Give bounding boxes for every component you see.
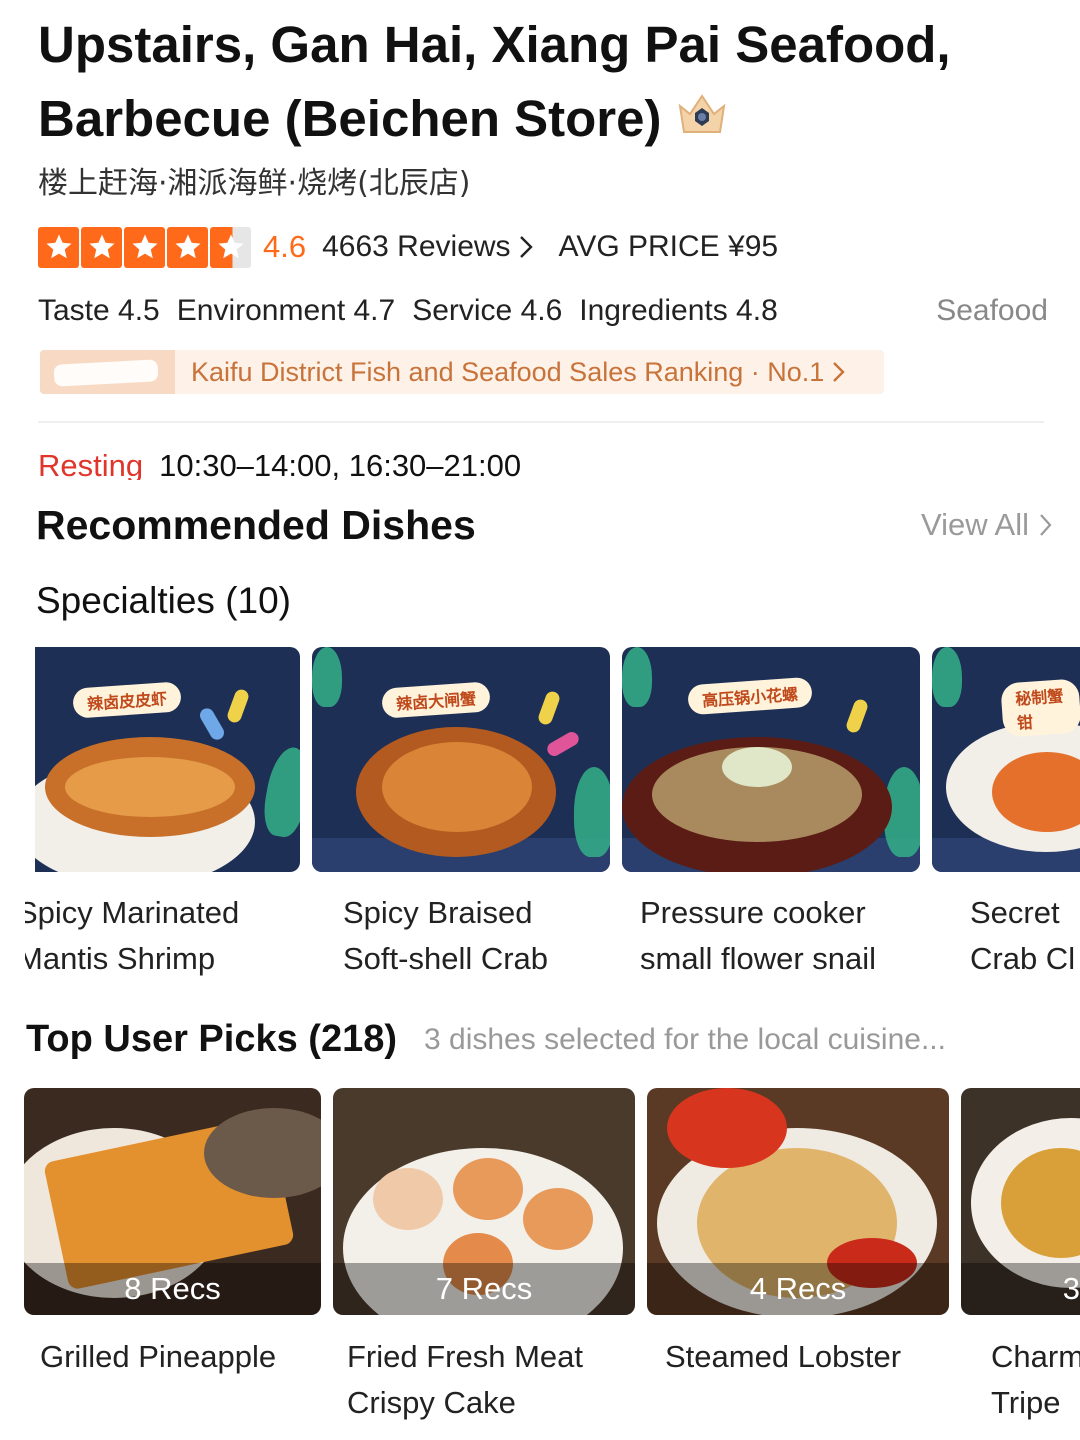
subscores-row: Taste 4.5 Environment 4.7 Service 4.6 In… xyxy=(38,288,1048,334)
rating-row: 4.6 4663 Reviews AVG PRICE ¥95 xyxy=(38,224,778,270)
dish-name-line2: Mantis Shrimp xyxy=(25,941,216,976)
dish-name: Steamed Lobster xyxy=(665,1334,955,1380)
restaurant-title: Upstairs, Gan Hai, Xiang Pai Seafood, Ba… xyxy=(38,8,1058,160)
dish-image[interactable]: 8 Recs xyxy=(24,1088,321,1315)
recommended-title: Recommended Dishes xyxy=(36,502,476,548)
top-picks-subtitle: 3 dishes selected for the local cuisine.… xyxy=(424,1023,946,1056)
specialties-title: Specialties (10) xyxy=(36,580,292,621)
business-hours: Resting 10:30–14:00, 16:30–21:00 xyxy=(38,446,521,480)
divider xyxy=(38,421,1044,423)
star-rating xyxy=(38,226,251,268)
star-icon xyxy=(124,226,165,268)
dish-image[interactable]: 辣卤皮皮虾 xyxy=(35,647,300,872)
ranking-banner[interactable]: Kaifu District Fish and Seafood Sales Ra… xyxy=(40,350,884,394)
dish-name-line2: small flower snail xyxy=(640,941,877,976)
crown-icon xyxy=(676,82,728,156)
dish-name-line1: Steamed Lobster xyxy=(665,1339,902,1374)
dish-image[interactable]: 辣卤大闸蟹 xyxy=(312,647,610,872)
category-tag[interactable]: Seafood xyxy=(936,288,1048,334)
recs-badge: 4 Recs xyxy=(647,1263,949,1315)
recs-badge: 8 Recs xyxy=(24,1263,321,1315)
recs-badge: 7 Recs xyxy=(333,1263,635,1315)
chevron-right-icon xyxy=(519,236,533,258)
subscore-taste: Taste 4.5 xyxy=(38,294,160,327)
subscore-service: Service 4.6 xyxy=(412,294,563,327)
dish-name-line1: Spicy Marinated xyxy=(25,895,240,930)
restaurant-subtitle: 楼上赶海·湘派海鲜·烧烤(北辰店) xyxy=(38,166,471,201)
chevron-right-icon xyxy=(1040,514,1052,536)
dish-image[interactable]: 7 Recs xyxy=(333,1088,635,1315)
recs-badge: 3 xyxy=(961,1263,1080,1315)
hours-time: 10:30–14:00, 16:30–21:00 xyxy=(159,448,522,480)
dish-name-line1: Charm xyxy=(991,1339,1080,1374)
dish-image[interactable]: 3 xyxy=(961,1088,1080,1315)
restaurant-title-line1: Upstairs, Gan Hai, Xiang Pai Seafood, xyxy=(38,16,951,73)
top-picks-title: Top User Picks (218) xyxy=(26,1018,398,1060)
view-all-link[interactable]: View All xyxy=(921,504,1052,546)
dish-name: Pressure cooker small flower snail xyxy=(640,890,930,982)
star-icon xyxy=(81,226,122,268)
open-status: Resting xyxy=(38,448,144,480)
subscore-ingredients: Ingredients 4.8 xyxy=(579,294,778,327)
star-icon xyxy=(38,226,79,268)
dish-name: Secret Crab Cl xyxy=(970,890,1080,982)
dish-name-line1: Spicy Braised xyxy=(343,895,533,930)
dish-image[interactable]: 秘制蟹钳 xyxy=(932,647,1080,872)
star-icon xyxy=(167,226,208,268)
dish-name: Charm Tripe xyxy=(991,1334,1080,1426)
restaurant-title-line2: Barbecue (Beichen Store) xyxy=(38,90,662,147)
dish-name-line1: Secret xyxy=(970,895,1060,930)
dish-name: Spicy Braised Soft-shell Crab xyxy=(343,890,613,982)
dish-name-line1: Grilled Pineapple xyxy=(40,1339,277,1374)
dish-name-line1: Pressure cooker xyxy=(640,895,866,930)
reviews-count: 4663 Reviews xyxy=(322,230,511,263)
dish-name-line2: Crab Cl xyxy=(970,941,1076,976)
dish-name: Grilled Pineapple xyxy=(40,1334,320,1380)
reviews-link[interactable]: 4663 Reviews xyxy=(322,230,538,264)
dish-name-line2: Soft-shell Crab xyxy=(343,941,549,976)
dish-name: Spicy Marinated Mantis Shrimp xyxy=(25,890,305,982)
chevron-right-icon xyxy=(833,362,846,382)
ranking-text: Kaifu District Fish and Seafood Sales Ra… xyxy=(191,356,825,387)
ranking-badge-logo xyxy=(40,350,175,394)
dish-image[interactable]: 4 Recs xyxy=(647,1088,949,1315)
half-star-icon xyxy=(210,226,251,268)
avg-price: AVG PRICE ¥95 xyxy=(558,230,779,263)
dish-name-line2: Crispy Cake xyxy=(347,1385,516,1420)
dish-name-line1: Fried Fresh Meat xyxy=(347,1339,584,1374)
dish-name: Fried Fresh Meat Crispy Cake xyxy=(347,1334,637,1426)
subscore-environment: Environment 4.7 xyxy=(176,294,396,327)
rating-score: 4.6 xyxy=(263,229,307,264)
dish-image[interactable]: 高压锅小花螺 xyxy=(622,647,920,872)
view-all-label: View All xyxy=(921,507,1029,542)
dish-name-line2: Tripe xyxy=(991,1385,1061,1420)
